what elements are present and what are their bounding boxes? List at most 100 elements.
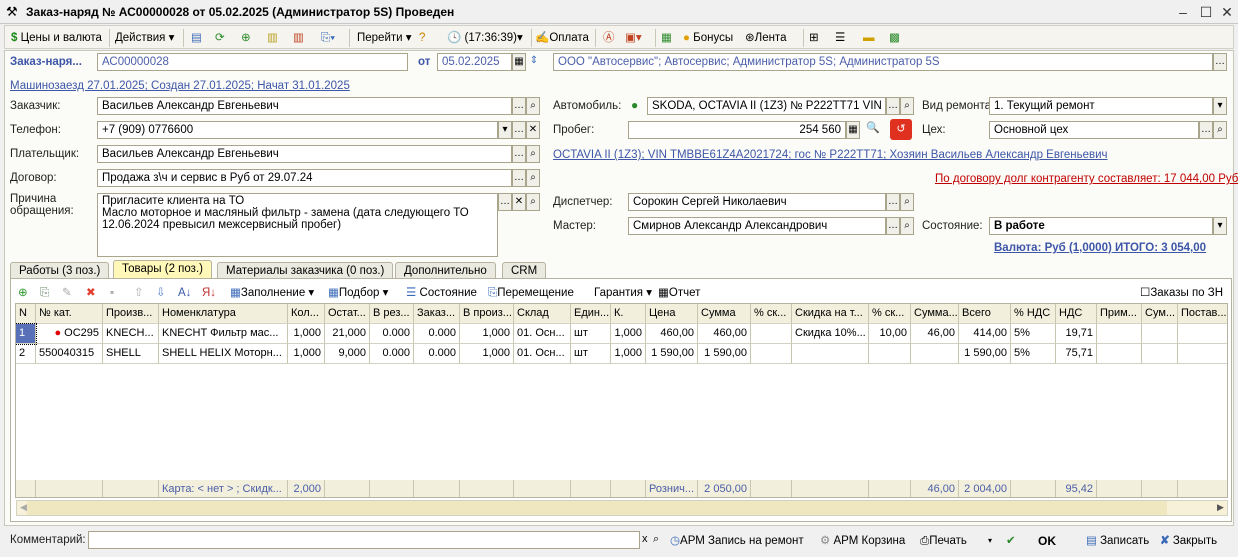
- table-cell[interactable]: [751, 324, 792, 344]
- table-cell[interactable]: [869, 344, 911, 364]
- table-cell[interactable]: 21,000: [325, 324, 370, 344]
- column-header[interactable]: % ск...: [869, 304, 911, 324]
- column-header[interactable]: № кат.: [36, 304, 103, 324]
- goto-menu[interactable]: Перейти ▾: [357, 29, 412, 47]
- table-cell[interactable]: [751, 344, 792, 364]
- table-cell[interactable]: 0.000: [414, 344, 460, 364]
- calendar-icon[interactable]: ▦: [512, 53, 526, 71]
- doc-check-icon[interactable]: ✔: [1006, 532, 1016, 550]
- arm-repair-button[interactable]: ◷АРМ Запись на ремонт: [670, 532, 804, 550]
- column-header[interactable]: Сум...: [1142, 304, 1178, 324]
- table-cell[interactable]: SHELL: [103, 344, 159, 364]
- payment-button[interactable]: ✍Оплата: [535, 29, 589, 47]
- column-header[interactable]: НДС: [1056, 304, 1097, 324]
- column-header[interactable]: Цена: [646, 304, 698, 324]
- table-cell[interactable]: 460,00: [698, 324, 751, 344]
- table-cell[interactable]: 0.000: [414, 324, 460, 344]
- table-cell[interactable]: шт: [571, 324, 611, 344]
- dispatcher-search-icon[interactable]: ⌕: [900, 193, 914, 211]
- fill-menu[interactable]: ▦Заполнение ▾: [230, 284, 314, 302]
- organization-field[interactable]: ООО "Автосервис"; Автосервис; Администра…: [553, 53, 1213, 71]
- print-menu-icon[interactable]: ▣▾: [625, 29, 642, 47]
- tab-1[interactable]: Товары (2 поз.): [113, 260, 212, 279]
- shop-select-button[interactable]: …: [1199, 121, 1213, 139]
- save-row-icon[interactable]: ▪: [110, 284, 114, 302]
- car-search-icon[interactable]: ⌕: [900, 97, 914, 115]
- actions-menu[interactable]: Действия ▾: [115, 29, 174, 47]
- table-cell[interactable]: [1097, 344, 1142, 364]
- table-cell[interactable]: 01. Осн...: [514, 344, 571, 364]
- sort-asc-icon[interactable]: A↓: [178, 284, 191, 302]
- table-cell[interactable]: [1097, 324, 1142, 344]
- goto-doc-icon[interactable]: ⎘▾: [321, 29, 335, 47]
- table-cell[interactable]: 5%: [1011, 344, 1056, 364]
- tab-3[interactable]: Дополнительно: [395, 262, 496, 279]
- column-header[interactable]: Прим...: [1097, 304, 1142, 324]
- dispatcher-select-button[interactable]: …: [886, 193, 900, 211]
- org-select-button[interactable]: …: [1213, 53, 1227, 71]
- reason-search-icon[interactable]: ⌕: [526, 193, 540, 211]
- car-select-button[interactable]: …: [886, 97, 900, 115]
- column-header[interactable]: Кол...: [288, 304, 325, 324]
- horizontal-scrollbar[interactable]: ◀ ▶: [16, 500, 1228, 516]
- table-cell[interactable]: 1 590,00: [698, 344, 751, 364]
- reason-select-button[interactable]: …: [498, 193, 512, 211]
- table-cell[interactable]: 550040315: [36, 344, 103, 364]
- delete-row-icon[interactable]: ✖: [86, 284, 96, 302]
- table-cell[interactable]: Скидка 10%...: [792, 324, 869, 344]
- column-header[interactable]: N: [16, 304, 36, 324]
- move-down-icon[interactable]: ⇩: [156, 284, 166, 302]
- column-header[interactable]: Скидка на т...: [792, 304, 869, 324]
- ok-button[interactable]: OK: [1038, 532, 1056, 550]
- table-cell[interactable]: KNECHT Фильтр мас...: [159, 324, 288, 344]
- report-button[interactable]: ▦Отчет: [658, 284, 700, 302]
- tab-0[interactable]: Работы (3 поз.): [10, 262, 110, 279]
- table-cell[interactable]: 19,71: [1056, 324, 1097, 344]
- comment-input[interactable]: [88, 531, 640, 549]
- table-cell[interactable]: [1142, 344, 1178, 364]
- minimize-button[interactable]: –: [1172, 3, 1194, 21]
- table-cell[interactable]: 1,000: [611, 324, 646, 344]
- phone-select-button[interactable]: …: [512, 121, 526, 139]
- car-info-link[interactable]: OCTAVIA II (1Z3); VIN TMBBE61Z4A2021724;…: [553, 149, 1108, 161]
- export-icon[interactable]: ▥: [293, 29, 304, 47]
- payer-search-icon[interactable]: ⌕: [526, 145, 540, 163]
- column-header[interactable]: Номенклатура: [159, 304, 288, 324]
- table-cell[interactable]: 9,000: [325, 344, 370, 364]
- chart-icon[interactable]: ▩: [889, 29, 900, 47]
- column-header[interactable]: Един...: [571, 304, 611, 324]
- table-cell[interactable]: 0.000: [370, 324, 414, 344]
- folder-icon[interactable]: ▬: [863, 29, 875, 47]
- contract-select-button[interactable]: …: [512, 169, 526, 187]
- refresh-icon[interactable]: ⟳: [215, 29, 225, 47]
- table-cell[interactable]: ● OC295: [36, 324, 103, 344]
- customer-select-button[interactable]: …: [512, 97, 526, 115]
- comment-search-icon[interactable]: ⌕: [653, 533, 659, 546]
- help-icon[interactable]: ?: [419, 29, 425, 47]
- state-select[interactable]: В работе: [989, 217, 1213, 235]
- car-field[interactable]: SKODA, OCTAVIA II (1Z3) № Р222ТТ71 VIN T…: [647, 97, 886, 115]
- select-menu[interactable]: ▦Подбор ▾: [328, 284, 388, 302]
- close-window-button[interactable]: ✕: [1216, 3, 1238, 21]
- contract-field[interactable]: Продажа з\ч и сервис в Руб от 29.07.24: [97, 169, 512, 187]
- tape-button[interactable]: ⊛Лента: [745, 29, 786, 47]
- phone-dropdown[interactable]: ▾: [498, 121, 512, 139]
- table-cell[interactable]: 1,000: [288, 324, 325, 344]
- mileage-field[interactable]: 254 560: [628, 121, 846, 139]
- column-header[interactable]: Произв...: [103, 304, 159, 324]
- contract-search-icon[interactable]: ⌕: [526, 169, 540, 187]
- shop-search-icon[interactable]: ⌕: [1213, 121, 1227, 139]
- prices-button[interactable]: $ Цены и валюта: [11, 29, 102, 47]
- table-cell[interactable]: 46,00: [911, 324, 959, 344]
- scroll-right-icon[interactable]: ▶: [1217, 502, 1224, 513]
- signature-icon[interactable]: Ⓐ: [603, 29, 615, 47]
- state-button[interactable]: ☰ Состояние: [406, 284, 477, 302]
- tab-2[interactable]: Материалы заказчика (0 поз.): [217, 262, 394, 279]
- column-header[interactable]: К.: [611, 304, 646, 324]
- arm-cart-button[interactable]: ⚙ АРМ Корзина: [820, 532, 905, 550]
- table-cell[interactable]: [1178, 344, 1227, 364]
- table-cell[interactable]: 0.000: [370, 344, 414, 364]
- customer-search-icon[interactable]: ⌕: [526, 97, 540, 115]
- move-up-icon[interactable]: ⇧: [134, 284, 144, 302]
- total-link[interactable]: Валюта: Руб (1,0000) ИТОГО: 3 054,00: [994, 242, 1206, 254]
